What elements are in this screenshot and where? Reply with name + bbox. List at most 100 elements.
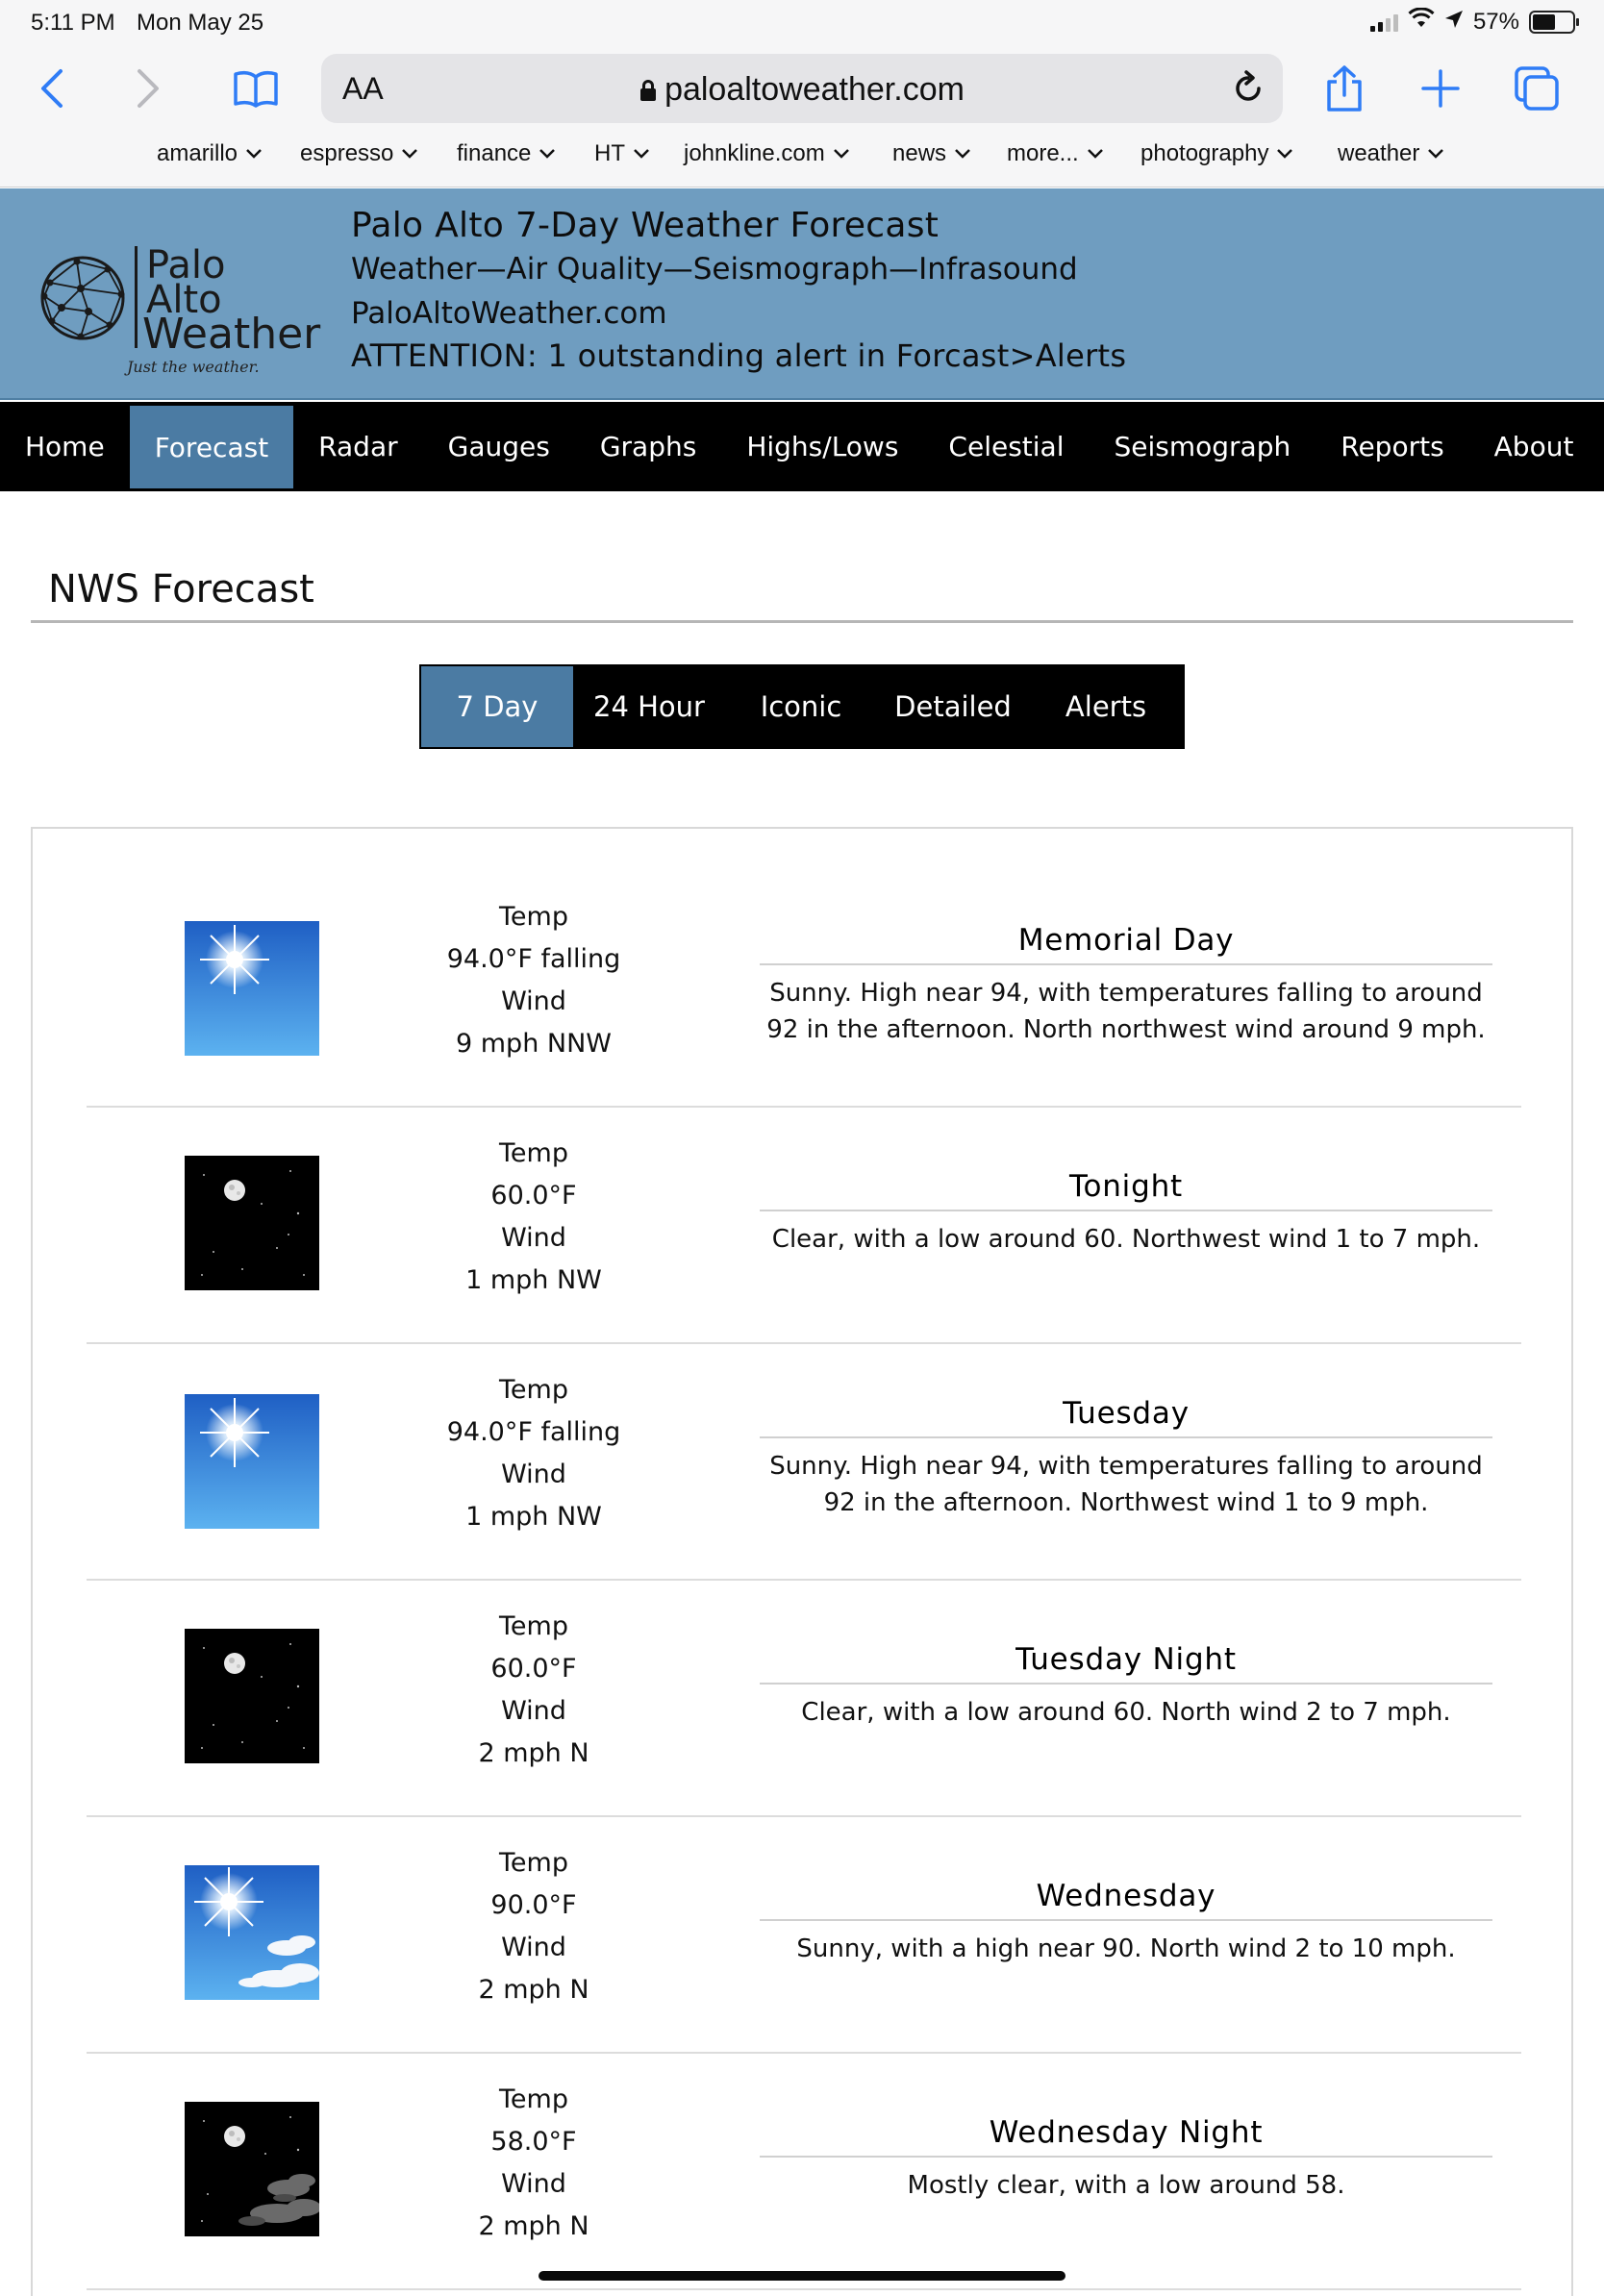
tab-iconic[interactable]: Iconic	[725, 666, 877, 747]
address-bar[interactable]: AA paloaltoweather.com	[321, 54, 1283, 123]
wind-label: Wind	[501, 986, 566, 1016]
forecast-description: Memorial Day Sunny. High near 94, with t…	[760, 923, 1492, 1048]
nav-celestial[interactable]: Celestial	[923, 402, 1089, 491]
reload-icon	[1236, 70, 1261, 101]
safari-toolbar: AA paloaltoweather.com	[0, 50, 1604, 127]
main-nav: Home Forecast Radar Gauges Graphs Highs/…	[0, 402, 1604, 491]
wind-label: Wind	[501, 2169, 566, 2199]
forecast-row: Temp 58.0°F Wind 2 mph N Wednesday Night…	[87, 2054, 1521, 2290]
sunny-icon	[185, 921, 319, 1056]
chevron-down-icon	[634, 149, 649, 159]
nav-forecast[interactable]: Forecast	[129, 406, 294, 488]
favorite-espresso[interactable]: espresso	[300, 140, 418, 167]
favorite-label: finance	[457, 140, 532, 166]
nav-highs-lows[interactable]: Highs/Lows	[721, 402, 923, 491]
favorite-label: more...	[1007, 140, 1079, 166]
wifi-icon	[1408, 7, 1435, 36]
site-subtitle: Weather—Air Quality—Seismograph—Infrasou…	[351, 252, 1078, 287]
favorite-finance[interactable]: finance	[457, 140, 556, 167]
location-arrow-icon	[1444, 9, 1464, 36]
forward-button[interactable]	[123, 63, 173, 113]
chevron-down-icon	[246, 149, 262, 159]
period-name: Tuesday Night	[760, 1642, 1492, 1685]
period-text: Sunny. High near 94, with temperatures f…	[766, 979, 1486, 1044]
tab-7-day[interactable]: 7 Day	[421, 666, 573, 747]
share-button[interactable]	[1319, 63, 1369, 113]
book-icon	[234, 71, 278, 108]
tab-detailed[interactable]: Detailed	[877, 666, 1029, 747]
favorite-news[interactable]: news	[892, 140, 971, 167]
temp-value: 94.0°F falling	[446, 1417, 621, 1447]
section-title: NWS Forecast	[48, 567, 314, 611]
browser-chrome: 5:11 PM Mon May 25 57% AA paloaltoweathe…	[0, 0, 1604, 187]
nav-graphs[interactable]: Graphs	[575, 402, 721, 491]
status-right: 57%	[1369, 7, 1579, 36]
logo-word-weather: Weather	[142, 310, 321, 359]
chevron-left-icon	[41, 69, 63, 108]
chevron-down-icon	[539, 149, 556, 159]
favorite-label: johnkline.com	[684, 140, 825, 166]
wind-value: 9 mph NNW	[456, 1029, 612, 1059]
chevron-down-icon	[402, 149, 418, 159]
nav-seismograph[interactable]: Seismograph	[1090, 402, 1316, 491]
forecast-description: Tuesday Sunny. High near 94, with temper…	[760, 1396, 1492, 1521]
plus-icon	[1421, 69, 1460, 108]
battery-icon	[1529, 10, 1579, 34]
tabs-overview-button[interactable]	[1512, 63, 1562, 113]
forecast-row: Temp 60.0°F Wind 1 mph NW Tonight Clear,…	[87, 1108, 1521, 1344]
chevron-down-icon	[1277, 149, 1293, 159]
site-logo[interactable]: Palo Alto Weather Just the weather.	[38, 215, 327, 388]
tabs-icon	[1515, 66, 1559, 111]
temp-value: 90.0°F	[490, 1890, 577, 1920]
reload-button[interactable]	[1227, 67, 1269, 113]
home-indicator[interactable]	[539, 2271, 1065, 2281]
tab-24-hour[interactable]: 24 Hour	[573, 666, 725, 747]
nav-home[interactable]: Home	[0, 402, 130, 491]
bookmarks-button[interactable]	[231, 63, 281, 113]
temp-value: 94.0°F falling	[446, 944, 621, 974]
favorite-more[interactable]: more...	[1007, 140, 1104, 167]
mostly-clear-night-icon	[185, 2102, 319, 2236]
favorite-label: news	[892, 140, 947, 166]
forecast-description: Wednesday Sunny, with a high near 90. No…	[760, 1879, 1492, 1967]
temp-label: Temp	[499, 2084, 568, 2114]
favorite-johnkline[interactable]: johnkline.com	[684, 140, 850, 167]
chevron-down-icon	[1428, 149, 1444, 159]
favorite-label: weather	[1338, 140, 1420, 166]
wind-value: 1 mph NW	[465, 1502, 602, 1532]
chevron-down-icon	[833, 149, 849, 159]
url-text: paloaltoweather.com	[664, 71, 965, 108]
chevron-right-icon	[138, 69, 159, 108]
wind-value: 1 mph NW	[465, 1265, 602, 1295]
wind-label: Wind	[501, 1933, 566, 1962]
forecast-values: Temp 60.0°F Wind 1 mph NW	[394, 1133, 673, 1302]
wind-value: 2 mph N	[478, 1738, 589, 1768]
clear-night-icon	[185, 1156, 319, 1290]
forecast-values: Temp 60.0°F Wind 2 mph N	[394, 1606, 673, 1775]
nav-about[interactable]: About	[1469, 402, 1599, 491]
attention-alert[interactable]: ATTENTION: 1 outstanding alert in Forcas…	[351, 337, 1126, 374]
favorite-label: HT	[594, 140, 625, 166]
favorite-ht[interactable]: HT	[594, 140, 650, 167]
nav-reports[interactable]: Reports	[1316, 402, 1468, 491]
period-text: Clear, with a low around 60. North wind …	[801, 1698, 1451, 1727]
section-divider	[31, 620, 1573, 623]
forecast-values: Temp 94.0°F falling Wind 9 mph NNW	[394, 896, 673, 1065]
share-icon	[1327, 65, 1362, 112]
favorite-photography[interactable]: photography	[1140, 140, 1293, 167]
period-name: Wednesday	[760, 1879, 1492, 1921]
forecast-description: Tuesday Night Clear, with a low around 6…	[760, 1642, 1492, 1731]
favorite-weather[interactable]: weather	[1338, 140, 1444, 167]
nav-gauges[interactable]: Gauges	[423, 402, 575, 491]
forecast-row: Temp 90.0°F Wind 2 mph N Wednesday Sunny…	[87, 1817, 1521, 2054]
temp-label: Temp	[499, 902, 568, 932]
wind-value: 2 mph N	[478, 1975, 589, 2005]
tab-alerts[interactable]: Alerts	[1029, 666, 1183, 747]
url-display[interactable]: paloaltoweather.com	[321, 71, 1283, 111]
lock-icon	[639, 73, 657, 111]
nav-radar[interactable]: Radar	[293, 402, 422, 491]
new-tab-button[interactable]	[1416, 63, 1466, 113]
clear-night-icon	[185, 1629, 319, 1763]
favorite-amarillo[interactable]: amarillo	[157, 140, 263, 167]
back-button[interactable]	[27, 63, 77, 113]
